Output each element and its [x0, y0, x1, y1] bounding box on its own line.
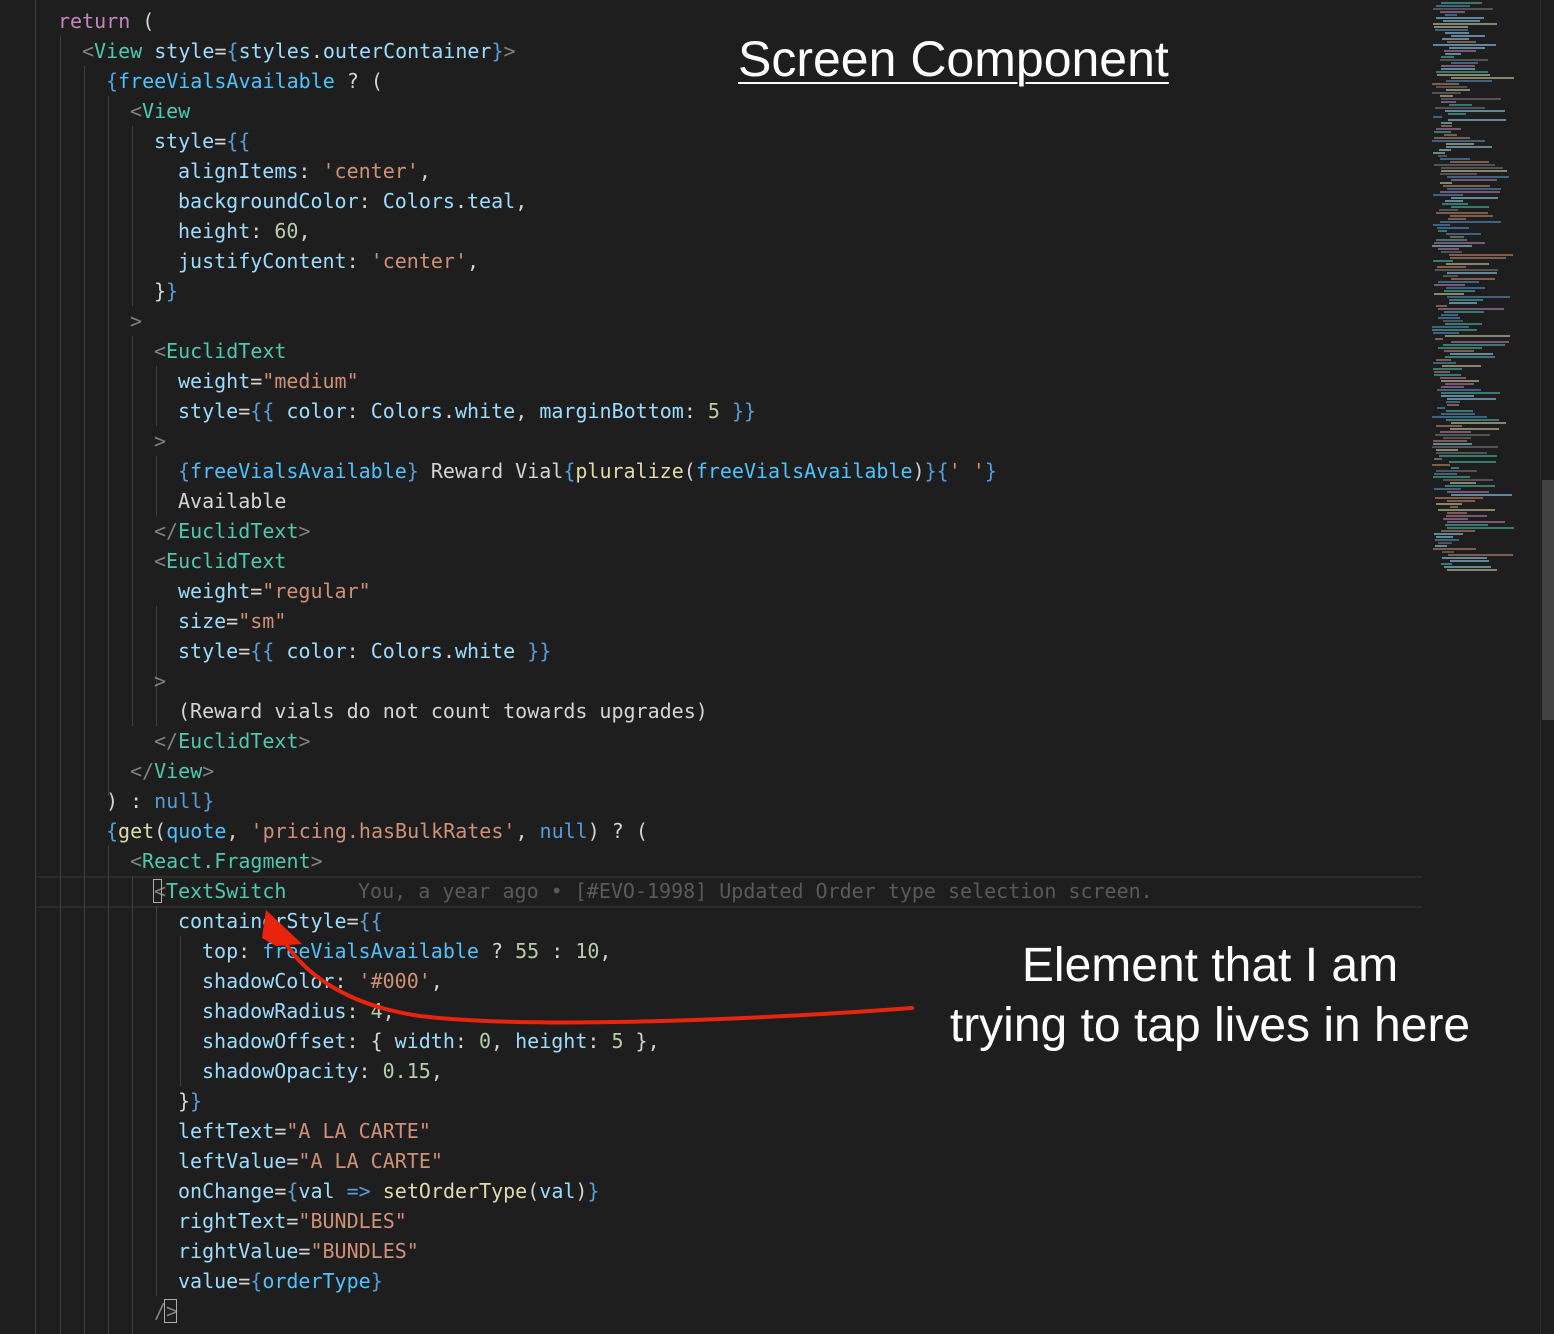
annotation-note-line-1: Element that I am — [1021, 939, 1399, 992]
arrow-head — [262, 910, 302, 946]
arrow-shaft — [276, 928, 914, 1025]
annotation-note: Element that I am trying to tap lives in… — [920, 936, 1500, 1056]
annotation-note-line-2: trying to tap lives in here — [949, 999, 1471, 1052]
red-arrow-annotation — [262, 910, 914, 1025]
